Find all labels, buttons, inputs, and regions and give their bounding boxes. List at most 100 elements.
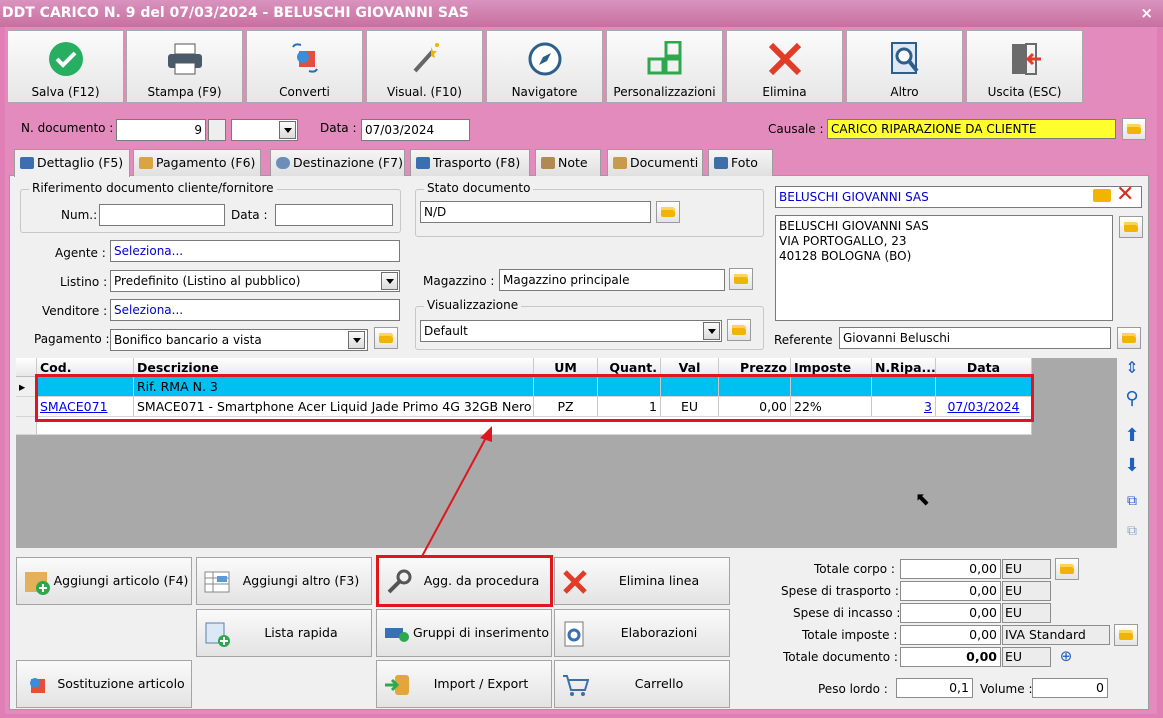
rif-data-label: Data :: [231, 208, 268, 222]
uscita-label: Uscita (ESC): [987, 85, 1062, 99]
copy-icon[interactable]: ⧉: [1121, 493, 1143, 515]
tab-pagamento[interactable]: Pagamento (F6): [133, 149, 261, 176]
tab-trasporto[interactable]: Trasporto (F8): [410, 149, 530, 176]
row2-indicator[interactable]: [16, 397, 37, 417]
spese-trasporto-currency: EU: [1002, 581, 1051, 601]
stato-input[interactable]: N/D: [420, 201, 651, 223]
totale-corpo-folder-icon[interactable]: [1055, 558, 1079, 580]
pagamento-select[interactable]: Bonifico bancario a vista: [110, 329, 368, 351]
ndoc-series-dropdown[interactable]: [279, 121, 296, 139]
row-indicator-header: [16, 358, 37, 377]
move-up-icon[interactable]: ⬆: [1121, 425, 1143, 447]
altro-button[interactable]: Altro: [846, 30, 963, 103]
personalizzazioni-button[interactable]: Personalizzazioni: [606, 30, 723, 103]
gruppi-inserimento-button[interactable]: Gruppi di inserimento: [376, 609, 552, 657]
tab-foto[interactable]: Foto: [708, 149, 773, 176]
aggiungi-articolo-button[interactable]: Aggiungi articolo (F4): [16, 557, 192, 605]
totale-documento-label: Totale documento :: [783, 650, 898, 664]
paste-icon[interactable]: ⧉: [1121, 523, 1143, 545]
num-input[interactable]: [99, 204, 225, 226]
imposte-folder-icon[interactable]: [1114, 624, 1138, 646]
agente-label: Agente :: [55, 246, 106, 260]
spese-incasso-value[interactable]: 0,00: [900, 603, 1001, 623]
cliente-folder-icon[interactable]: [1093, 189, 1111, 202]
address-line1: BELUSCHI GIOVANNI SAS: [779, 219, 929, 233]
blocks-icon: [647, 41, 681, 75]
camera-icon: [714, 157, 728, 169]
cliente-input[interactable]: BELUSCHI GIOVANNI SAS: [775, 186, 1142, 208]
import-export-button[interactable]: Import / Export: [376, 660, 552, 708]
check-icon: [48, 42, 83, 76]
navigatore-button[interactable]: Navigatore: [486, 30, 603, 103]
sostituzione-articolo-button[interactable]: Sostituzione articolo: [16, 660, 192, 708]
table-icon: [20, 157, 34, 169]
cliente-clear-icon[interactable]: ✕: [1116, 182, 1134, 207]
elaborazioni-button[interactable]: Elaborazioni: [554, 609, 730, 657]
data-input[interactable]: 07/03/2024: [361, 119, 470, 141]
swap-icon: [30, 678, 45, 693]
rif-data-input[interactable]: [275, 204, 393, 226]
volume-value[interactable]: 0: [1032, 678, 1108, 698]
referente-input[interactable]: Giovanni Beluschi: [839, 327, 1111, 349]
pagamento-folder-icon[interactable]: [374, 327, 398, 349]
venditore-input[interactable]: Seleziona...: [110, 299, 400, 321]
delete-line-icon: [563, 570, 587, 594]
stato-folder-icon[interactable]: [656, 201, 680, 223]
magazzino-folder-icon[interactable]: [729, 268, 753, 290]
mouse-cursor-icon: ⬉: [915, 489, 931, 510]
elimina-button[interactable]: Elimina: [726, 30, 843, 103]
iva-standard-select[interactable]: IVA Standard: [1002, 625, 1110, 645]
peso-lordo-value[interactable]: 0,1: [896, 678, 973, 698]
zoom-icon[interactable]: ⊕: [1056, 647, 1076, 667]
causale-folder-icon[interactable]: [1122, 118, 1146, 140]
carrello-button[interactable]: Carrello: [554, 660, 730, 708]
row-indicator[interactable]: ▸: [16, 377, 37, 397]
ndoc-suffix-box[interactable]: [208, 119, 226, 141]
move-down-icon[interactable]: ⬇: [1121, 455, 1143, 477]
uscita-button[interactable]: Uscita (ESC): [966, 30, 1083, 103]
venditore-label: Venditore :: [42, 304, 108, 318]
visual-select[interactable]: Default: [420, 320, 722, 342]
elimina-linea-button[interactable]: Elimina linea: [554, 557, 730, 605]
sort-icon[interactable]: ⇕: [1121, 358, 1143, 380]
search-row-icon[interactable]: ⚲: [1121, 388, 1143, 410]
close-window-button[interactable]: ×: [1140, 0, 1153, 27]
lista-rapida-button[interactable]: Lista rapida: [196, 609, 372, 657]
causale-input[interactable]: CARICO RIPARAZIONE DA CLIENTE: [827, 119, 1116, 139]
listino-select[interactable]: Predefinito (Listino al pubblico): [110, 270, 400, 292]
salva-button[interactable]: Salva (F12): [7, 30, 124, 103]
ndoc-input[interactable]: 9: [116, 119, 206, 141]
edit-address-icon[interactable]: [1119, 216, 1143, 238]
tab-note[interactable]: Note: [535, 149, 601, 176]
money-icon: [139, 157, 153, 169]
listino-label: Listino :: [60, 275, 108, 289]
referente-folder-icon[interactable]: [1117, 327, 1141, 349]
stampa-button[interactable]: Stampa (F9): [126, 30, 243, 103]
magazzino-input[interactable]: Magazzino principale: [499, 269, 725, 291]
visual-button[interactable]: Visual. (F10): [366, 30, 483, 103]
agente-input[interactable]: Seleziona...: [110, 240, 400, 262]
visual-dropdown[interactable]: [703, 322, 720, 340]
highlight-procedura-box: [376, 555, 553, 607]
pagamento-label: Pagamento :: [34, 332, 110, 346]
converti-button[interactable]: Converti: [246, 30, 363, 103]
highlight-rows-box: [35, 374, 1034, 422]
window-title: DDT CARICO N. 9 del 07/03/2024 - BELUSCH…: [0, 0, 1163, 27]
totale-imposte-value: 0,00: [900, 625, 1001, 645]
stato-title: Stato documento: [424, 181, 534, 195]
add-article-icon: [25, 572, 50, 595]
stampa-label: Stampa (F9): [147, 85, 222, 99]
listino-dropdown[interactable]: [381, 272, 398, 290]
tab-destinazione[interactable]: Destinazione (F7): [270, 149, 405, 176]
spese-incasso-currency: EU: [1002, 603, 1051, 623]
aggiungi-altro-button[interactable]: Aggiungi altro (F3): [196, 557, 372, 605]
spese-trasporto-value[interactable]: 0,00: [900, 581, 1001, 601]
totale-corpo-label: Totale corpo :: [814, 562, 895, 576]
pagamento-dropdown[interactable]: [348, 331, 365, 349]
riferimento-title: Riferimento documento cliente/fornitore: [29, 181, 277, 195]
row3-indicator[interactable]: [16, 417, 37, 435]
tab-documenti[interactable]: Documenti: [607, 149, 703, 176]
tab-dettaglio[interactable]: Dettaglio (F5): [14, 149, 130, 177]
visual-folder-icon[interactable]: [727, 319, 751, 341]
totale-corpo-value: 0,00: [900, 559, 1001, 579]
